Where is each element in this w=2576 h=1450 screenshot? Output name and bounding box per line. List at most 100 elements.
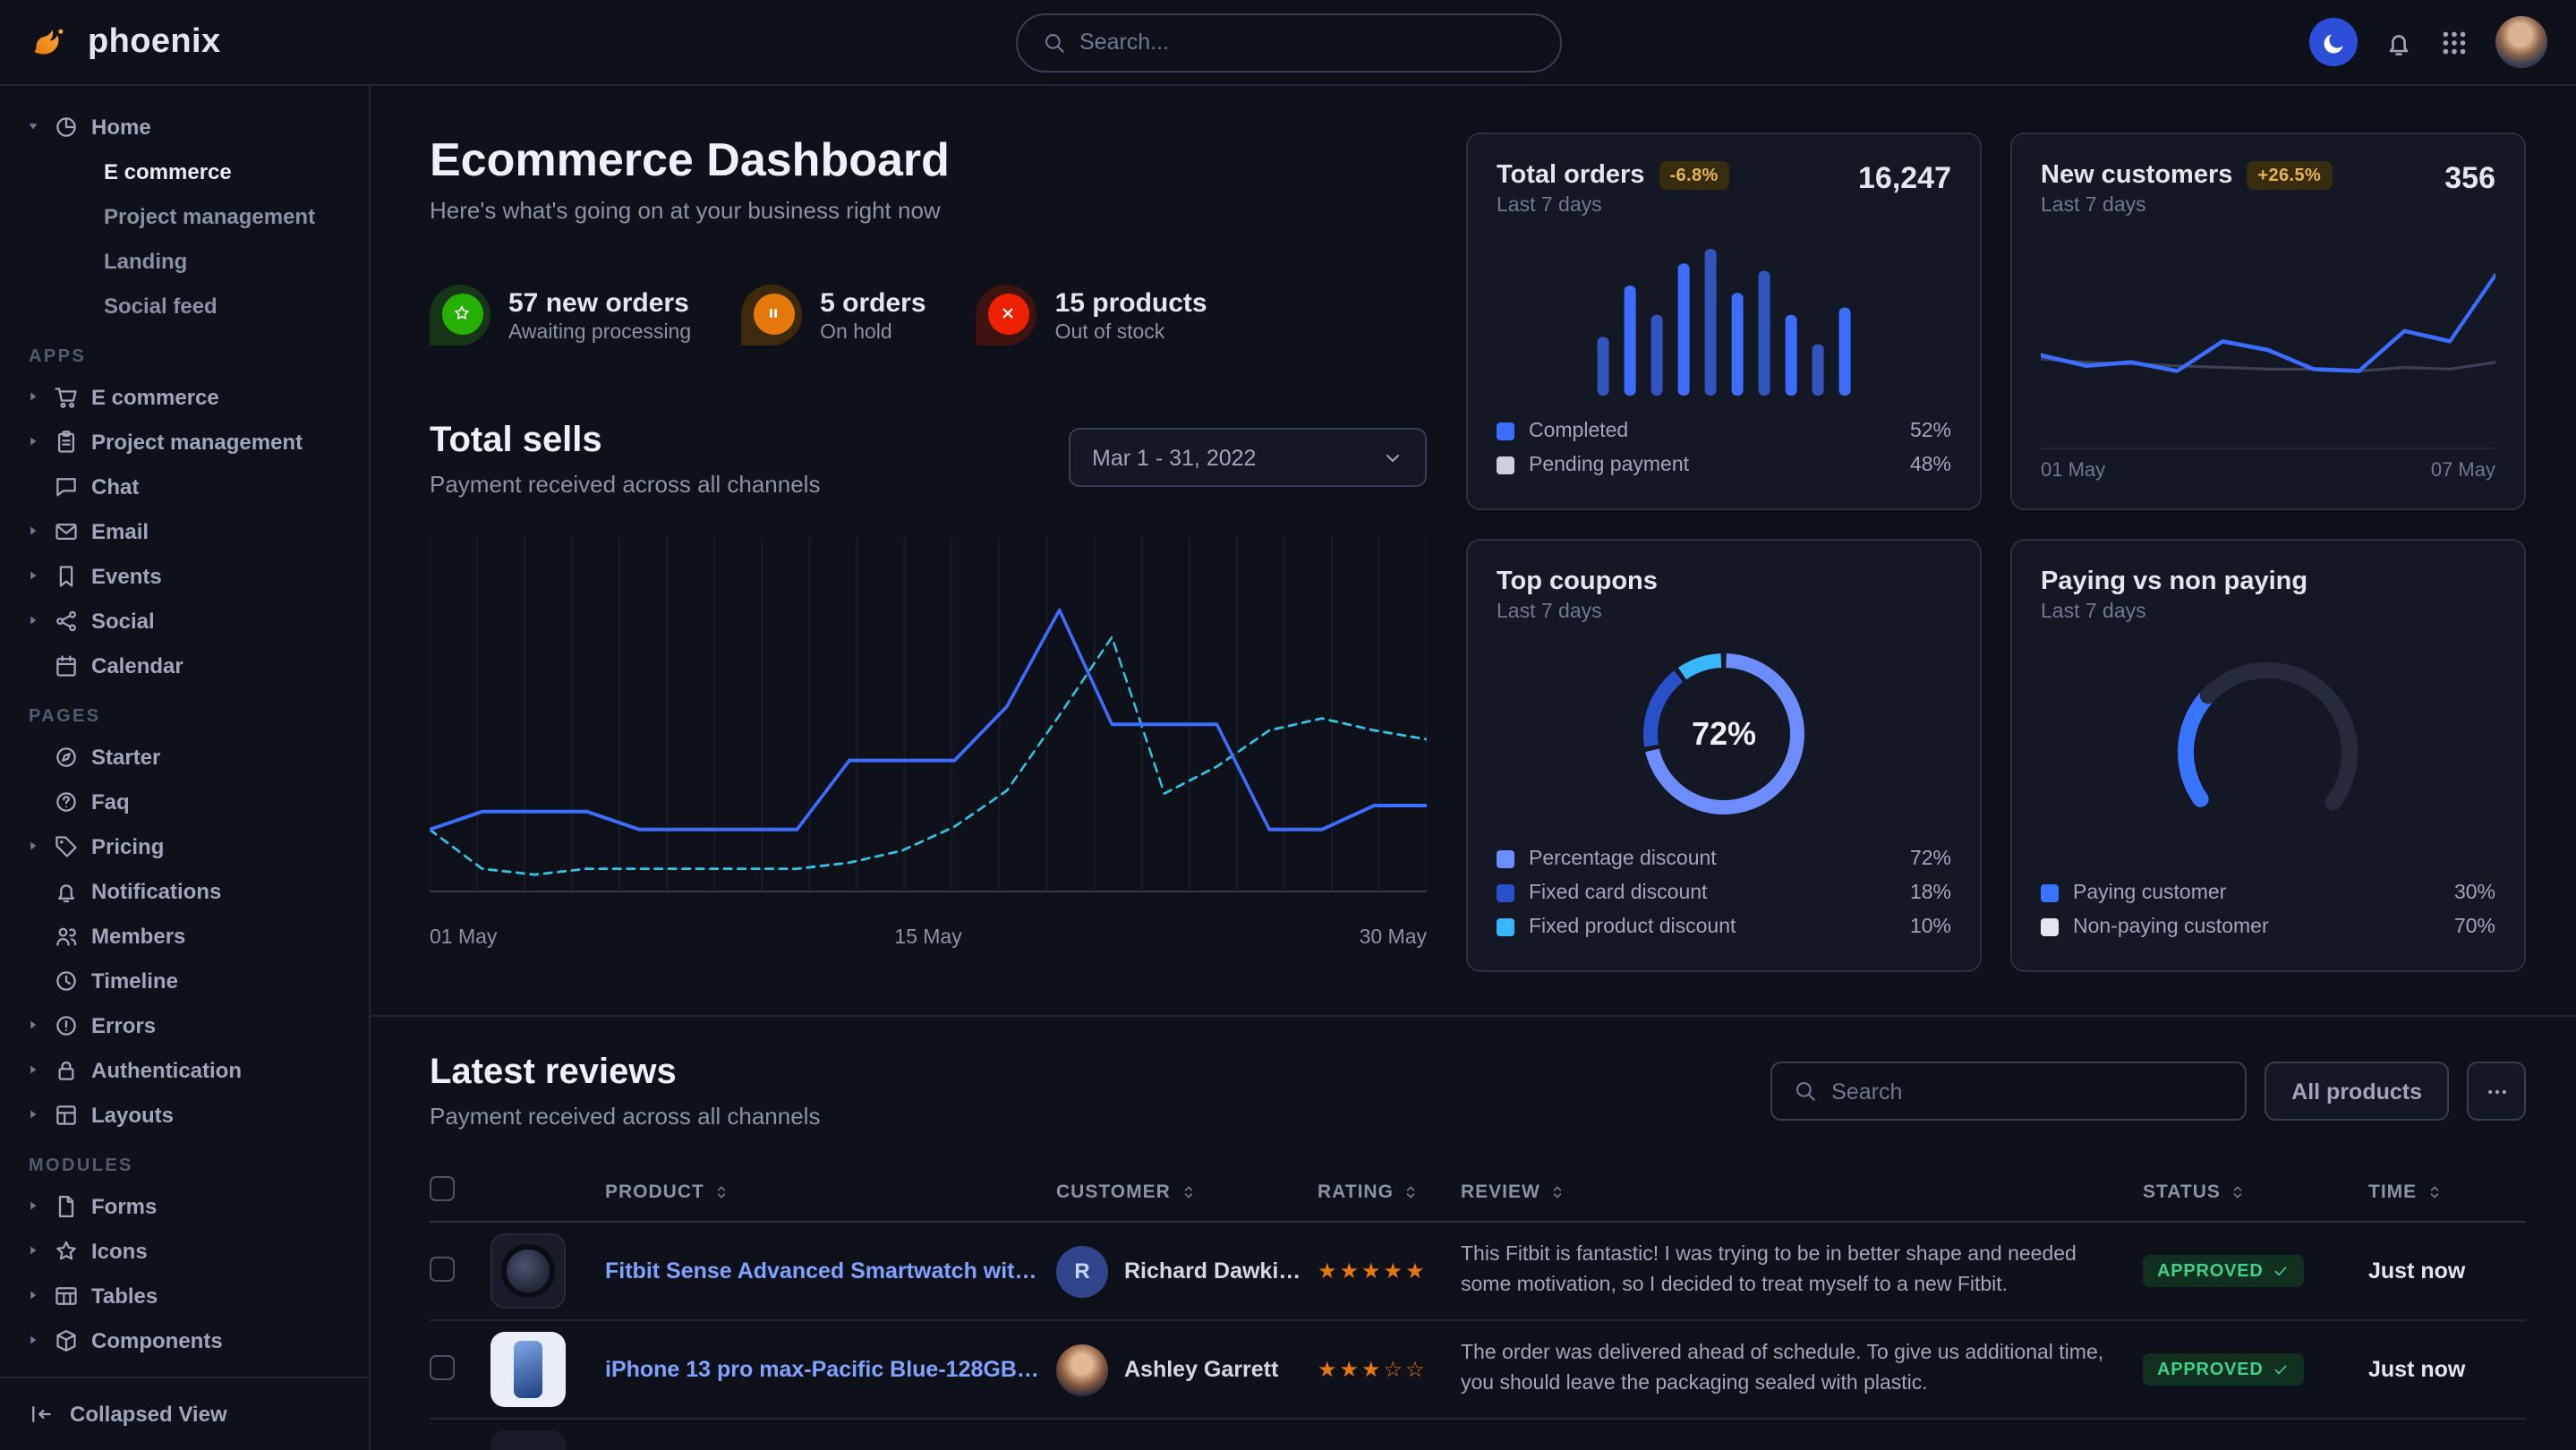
- sidebar-item-label: E commerce: [91, 384, 219, 409]
- caret-right-icon: [25, 1106, 41, 1122]
- donut-center-value: 72%: [1634, 644, 1813, 823]
- sidebar-item-authentication[interactable]: Authentication: [25, 1047, 354, 1092]
- sort-icon: [1403, 1182, 1420, 1200]
- card-period: Last 7 days: [1497, 195, 1729, 217]
- sidebar-item-label: Project management: [91, 429, 303, 454]
- sidebar-item-e-commerce[interactable]: E commerce: [25, 149, 354, 193]
- reviews-table: PRODUCT CUSTOMER RATING REVIEW: [430, 1162, 2526, 1450]
- question-icon: [54, 789, 79, 814]
- column-header-customer[interactable]: CUSTOMER: [1056, 1181, 1318, 1202]
- sidebar-item-social[interactable]: Social: [25, 598, 354, 643]
- legend-item: Fixed product discount10%: [1497, 909, 1951, 943]
- compass-icon: [54, 744, 79, 769]
- new-customers-x-axis: 01 May 07 May: [2041, 448, 2495, 482]
- sidebar-item-label: Layouts: [91, 1102, 174, 1127]
- row-checkbox[interactable]: [430, 1256, 455, 1281]
- sidebar-item-email[interactable]: Email: [25, 508, 354, 553]
- legend-item: Completed52%: [1497, 414, 1951, 448]
- stat-caption: Out of stock: [1055, 321, 1207, 343]
- apps-grid-button[interactable]: [2440, 28, 2469, 56]
- stats-row: 57 new ordersAwaiting processing5 orders…: [430, 285, 1427, 345]
- notifications-button[interactable]: [2384, 28, 2413, 56]
- reviews-search[interactable]: [1770, 1062, 2247, 1121]
- status-badge: APPROVED: [2143, 1354, 2305, 1386]
- product-link[interactable]: Fitbit Sense Advanced Smartwatch with To…: [605, 1258, 1042, 1284]
- caret-right-icon: [25, 1242, 41, 1258]
- x-tick-label: 30 May: [1360, 927, 1427, 949]
- sidebar-item-starter[interactable]: Starter: [25, 734, 354, 779]
- column-header-review[interactable]: REVIEW: [1461, 1181, 2143, 1202]
- legend-swatch: [2041, 917, 2059, 935]
- stat-on-hold: 5 ordersOn hold: [741, 285, 925, 345]
- bookmark-icon: [54, 563, 79, 588]
- total-sells-x-axis: 01 May 15 May 30 May: [430, 927, 1427, 956]
- column-header-product[interactable]: PRODUCT: [605, 1181, 1056, 1202]
- sidebar-item-calendar[interactable]: Calendar: [25, 643, 354, 687]
- customer-name: Richard Dawkins: [1124, 1258, 1303, 1284]
- sidebar-item-layouts[interactable]: Layouts: [25, 1092, 354, 1137]
- sidebar-section-label: PAGES: [29, 707, 354, 727]
- alert-icon: [54, 1012, 79, 1037]
- total-orders-card: Total orders -6.8% Last 7 days 16,247 Co…: [1466, 132, 1982, 510]
- trend-badge: -6.8%: [1659, 161, 1728, 190]
- column-header-status[interactable]: STATUS: [2143, 1181, 2368, 1202]
- sidebar-item-forms[interactable]: Forms: [25, 1183, 354, 1228]
- sidebar-item-timeline[interactable]: Timeline: [25, 958, 354, 1002]
- navbar-search-input[interactable]: [1079, 30, 1534, 55]
- stat-out-of-stock: 15 productsOut of stock: [977, 285, 1207, 345]
- all-products-button[interactable]: All products: [2265, 1062, 2449, 1121]
- sidebar-item-landing[interactable]: Landing: [25, 238, 354, 283]
- sort-icon: [2426, 1182, 2444, 1200]
- user-avatar[interactable]: [2495, 16, 2547, 68]
- sidebar-item-notifications[interactable]: Notifications: [25, 868, 354, 913]
- sidebar-item-tables[interactable]: Tables: [25, 1273, 354, 1318]
- column-header-rating[interactable]: RATING: [1318, 1181, 1461, 1202]
- sidebar-item-errors[interactable]: Errors: [25, 1002, 354, 1047]
- card-period: Last 7 days: [2041, 601, 2495, 623]
- column-label: RATING: [1318, 1181, 1394, 1202]
- sort-icon: [2230, 1182, 2248, 1200]
- sidebar-item-label: Icons: [91, 1238, 148, 1263]
- sidebar-item-members[interactable]: Members: [25, 913, 354, 958]
- page-title: Ecommerce Dashboard: [430, 132, 1427, 188]
- sidebar-item-faq[interactable]: Faq: [25, 779, 354, 823]
- sidebar-item-label: Starter: [91, 744, 160, 769]
- sidebar-item-e-commerce[interactable]: E commerce: [25, 374, 354, 419]
- legend-label: Pending payment: [1529, 454, 1689, 475]
- sidebar-item-label: Members: [91, 923, 185, 948]
- layout-icon: [54, 1102, 79, 1127]
- legend-value: 52%: [1910, 420, 1951, 441]
- reviews-search-input[interactable]: [1831, 1079, 2223, 1104]
- sidebar-item-label: Forms: [91, 1193, 157, 1218]
- sort-icon: [1180, 1182, 1198, 1200]
- mail-icon: [54, 518, 79, 543]
- lock-icon: [54, 1057, 79, 1082]
- row-checkbox[interactable]: [430, 1354, 455, 1379]
- sidebar-item-events[interactable]: Events: [25, 553, 354, 598]
- sidebar-item-components[interactable]: Components: [25, 1318, 354, 1362]
- sidebar-item-social-feed[interactable]: Social feed: [25, 283, 354, 328]
- navbar-search[interactable]: [1015, 13, 1561, 72]
- date-range-select[interactable]: Mar 1 - 31, 2022: [1069, 428, 1427, 487]
- caret-right-icon: [25, 433, 41, 449]
- select-all-checkbox[interactable]: [430, 1176, 455, 1201]
- legend-item: Non-paying customer70%: [2041, 909, 2495, 943]
- collapsed-view-toggle[interactable]: Collapsed View: [0, 1377, 369, 1450]
- total-orders-value: 16,247: [1858, 161, 1951, 197]
- sidebar-item-chat[interactable]: Chat: [25, 464, 354, 508]
- customer-cell: RRichard Dawkins: [1056, 1245, 1318, 1297]
- sidebar-item-project-management[interactable]: Project management: [25, 419, 354, 464]
- sidebar-item-pricing[interactable]: Pricing: [25, 823, 354, 868]
- new-customers-card: New customers +26.5% Last 7 days 356 01 …: [2010, 132, 2526, 510]
- search-icon: [1794, 1079, 1817, 1103]
- theme-toggle-button[interactable]: [2309, 18, 2358, 66]
- product-link[interactable]: iPhone 13 pro max-Pacific Blue-128GB sto…: [605, 1357, 1042, 1382]
- sidebar-item-project-management[interactable]: Project management: [25, 193, 354, 238]
- sidebar-item-icons[interactable]: Icons: [25, 1228, 354, 1273]
- check-icon: [2273, 1263, 2290, 1281]
- sidebar-item-home[interactable]: Home: [25, 104, 354, 149]
- brand[interactable]: phoenix: [29, 20, 221, 64]
- column-header-time[interactable]: TIME: [2368, 1181, 2526, 1202]
- x-tick-label: 01 May: [2041, 460, 2105, 482]
- more-options-button[interactable]: [2467, 1062, 2526, 1121]
